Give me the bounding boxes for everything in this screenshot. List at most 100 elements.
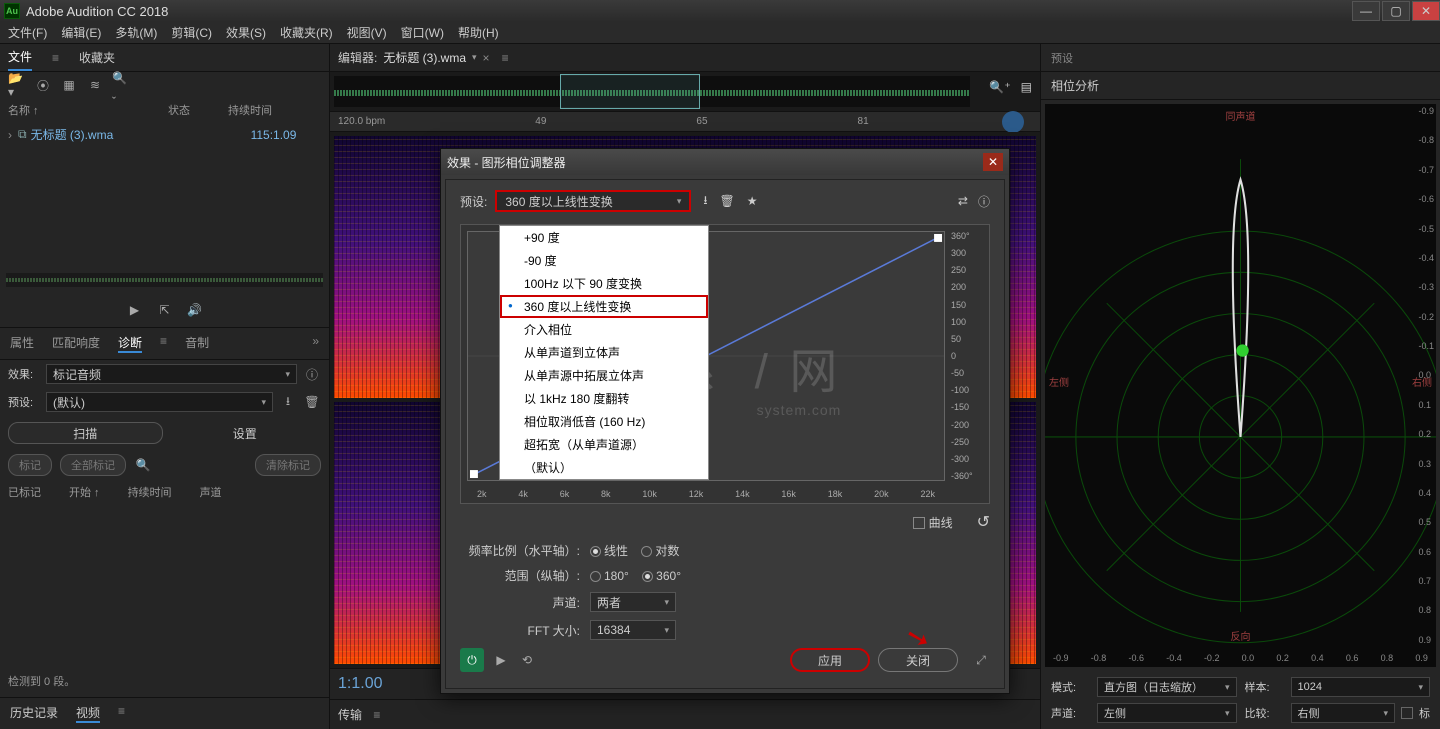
view-mode-icon[interactable]: ▤ xyxy=(1021,80,1032,94)
preset-option[interactable]: 超拓宽（从单声道源） xyxy=(500,433,708,456)
menu-multitrack[interactable]: 多轨(M) xyxy=(115,24,157,41)
play-icon[interactable]: ▶ xyxy=(126,301,144,319)
menu-favorites[interactable]: 收藏夹(R) xyxy=(280,24,333,41)
time-ruler[interactable]: 120.0 bpm 49 65 81 xyxy=(330,112,1040,132)
power-button[interactable]: ⏻ xyxy=(460,648,484,672)
compare-select[interactable]: 右侧▾ xyxy=(1291,703,1396,723)
fft-select[interactable]: 16384▾ xyxy=(590,620,676,640)
timeline-overview[interactable]: 🔍⁺ ▤ xyxy=(330,72,1040,112)
phase-adjuster-dialog: 效果 - 图形相位调整器 ✕ 预设: 360 度以上线性变换▾ ⭳ 🗑 ★ ⇄ … xyxy=(440,148,1010,694)
effect-select[interactable]: 标记音频▾ xyxy=(46,364,297,384)
tempo-chip-icon[interactable] xyxy=(1002,111,1024,133)
editor-menu-icon[interactable]: ≡ xyxy=(502,51,509,65)
preset-label: 预设: xyxy=(8,394,40,410)
preset-option[interactable]: 100Hz 以下 90 度变换 xyxy=(500,272,708,295)
menu-window[interactable]: 窗口(W) xyxy=(401,24,444,41)
clear-marks-button[interactable]: 清除标记 xyxy=(255,454,321,476)
zoom-tool-icon[interactable]: 🔍⁺ xyxy=(989,80,1010,94)
save-preset-icon[interactable]: ⭳ xyxy=(279,393,297,411)
transport-menu-icon[interactable]: ≡ xyxy=(373,708,380,722)
tab-audio[interactable]: 音制 xyxy=(185,334,209,353)
channel-select[interactable]: 左侧▾ xyxy=(1097,703,1237,723)
phase-graph[interactable]: 系 / 网system.com 360°300250200150100500-5… xyxy=(460,224,990,504)
preview-play-icon[interactable]: ▶ xyxy=(492,651,510,669)
editor-dropdown-icon[interactable]: ▾ xyxy=(472,52,477,63)
editor-close-icon[interactable]: × xyxy=(483,51,490,65)
dialog-close-button[interactable]: ✕ xyxy=(983,153,1003,171)
dialog-channel-select[interactable]: 两者▾ xyxy=(590,592,676,612)
radio-360[interactable] xyxy=(642,571,653,582)
file-row[interactable]: › ⧉ 无标题 (3).wma 115:1.09 xyxy=(0,122,329,147)
tab-attributes[interactable]: 属性 xyxy=(10,334,34,353)
col-name[interactable]: 名称 ↑ xyxy=(8,102,168,118)
record-icon[interactable]: ⦿ xyxy=(34,76,52,94)
curve-checkbox[interactable] xyxy=(913,517,925,529)
waveform-icon[interactable]: ≋ xyxy=(86,76,104,94)
preset-option-selected[interactable]: 360 度以上线性变换 xyxy=(500,295,708,318)
menu-view[interactable]: 视图(V) xyxy=(347,24,387,41)
tab-file-menu-icon[interactable]: ≡ xyxy=(52,51,59,65)
reset-icon[interactable]: ↺ xyxy=(977,512,990,532)
settings-button[interactable]: 设置 xyxy=(169,422,322,444)
menu-clip[interactable]: 剪辑(C) xyxy=(171,24,212,41)
menu-help[interactable]: 帮助(H) xyxy=(458,24,499,41)
tab-match-loudness[interactable]: 匹配响度 xyxy=(52,334,100,353)
scan-button[interactable]: 扫描 xyxy=(8,422,163,444)
selection-region[interactable] xyxy=(560,74,700,109)
favorite-icon[interactable]: ★ xyxy=(747,194,758,208)
menu-file[interactable]: 文件(F) xyxy=(8,24,47,41)
tab-history[interactable]: 历史记录 xyxy=(10,704,58,723)
preset-option[interactable]: 从单声源中拓展立体声 xyxy=(500,364,708,387)
col-start[interactable]: 开始 ↑ xyxy=(69,484,100,500)
col-status[interactable]: 状态 xyxy=(168,102,228,118)
dialog-preset-select[interactable]: 360 度以上线性变换▾ xyxy=(495,190,691,212)
preset-option[interactable]: 介入相位 xyxy=(500,318,708,341)
preset-option[interactable]: 从单声道到立体声 xyxy=(500,341,708,364)
more-icon[interactable]: » xyxy=(312,334,319,353)
mark-button[interactable]: 标记 xyxy=(8,454,52,476)
phase-label-bottom: 反向 xyxy=(1231,628,1251,643)
preset-option[interactable]: 以 1kHz 180 度翻转 xyxy=(500,387,708,410)
loop-icon[interactable]: ⟲ xyxy=(518,651,536,669)
trash-icon[interactable]: 🗑 xyxy=(720,194,735,208)
speaker-icon[interactable]: 🔊 xyxy=(186,301,204,319)
close-dialog-button[interactable]: 关闭 xyxy=(878,648,958,672)
tab-video[interactable]: 视频 xyxy=(76,704,100,723)
flag-checkbox[interactable] xyxy=(1401,707,1413,719)
preset-option[interactable]: 相位取消低音 (160 Hz) xyxy=(500,410,708,433)
info-icon[interactable]: ⓘ xyxy=(303,365,321,383)
expand-icon[interactable]: ⤢ xyxy=(972,651,990,669)
tab-menu-icon[interactable]: ≡ xyxy=(160,334,167,353)
radio-log[interactable] xyxy=(641,546,652,557)
help-icon[interactable]: ⓘ xyxy=(978,193,990,210)
mark-all-button[interactable]: 全部标记 xyxy=(60,454,126,476)
tab-favorites[interactable]: 收藏夹 xyxy=(79,45,115,70)
close-button[interactable]: ✕ xyxy=(1412,1,1440,21)
multitrack-icon[interactable]: ▦ xyxy=(60,76,78,94)
search-icon[interactable]: 🔍ˬ xyxy=(112,76,130,94)
preset-option[interactable]: （默认） xyxy=(500,456,708,479)
save-preset-icon[interactable]: ⭳ xyxy=(703,191,707,212)
insert-icon[interactable]: ⇱ xyxy=(156,301,174,319)
tab-file[interactable]: 文件 xyxy=(8,44,32,71)
delete-preset-icon[interactable]: 🗑 xyxy=(303,393,321,411)
menu-edit[interactable]: 编辑(E) xyxy=(61,24,101,41)
preset-option[interactable]: +90 度 xyxy=(500,226,708,249)
tab-diagnostics[interactable]: 诊断 xyxy=(118,334,142,353)
samples-select[interactable]: 1024▾ xyxy=(1291,677,1431,697)
preset-select[interactable]: (默认)▾ xyxy=(46,392,273,412)
tab-menu2-icon[interactable]: ≡ xyxy=(118,704,125,723)
open-file-icon[interactable]: 📂▾ xyxy=(8,76,26,94)
col-duration[interactable]: 持续时间 xyxy=(228,102,272,118)
minimize-button[interactable]: — xyxy=(1352,1,1380,21)
radio-linear[interactable] xyxy=(590,546,601,557)
maximize-button[interactable]: ▢ xyxy=(1382,1,1410,21)
apply-button[interactable]: 应用 xyxy=(790,648,870,672)
menu-effects[interactable]: 效果(S) xyxy=(226,24,266,41)
radio-180[interactable] xyxy=(590,571,601,582)
sliders-icon[interactable]: ⇄ xyxy=(958,194,968,208)
expand-icon[interactable]: › xyxy=(8,128,12,142)
mode-select[interactable]: 直方图（日志缩放）▾ xyxy=(1097,677,1237,697)
search-markers-icon[interactable]: 🔍 xyxy=(134,456,152,474)
preset-option[interactable]: -90 度 xyxy=(500,249,708,272)
